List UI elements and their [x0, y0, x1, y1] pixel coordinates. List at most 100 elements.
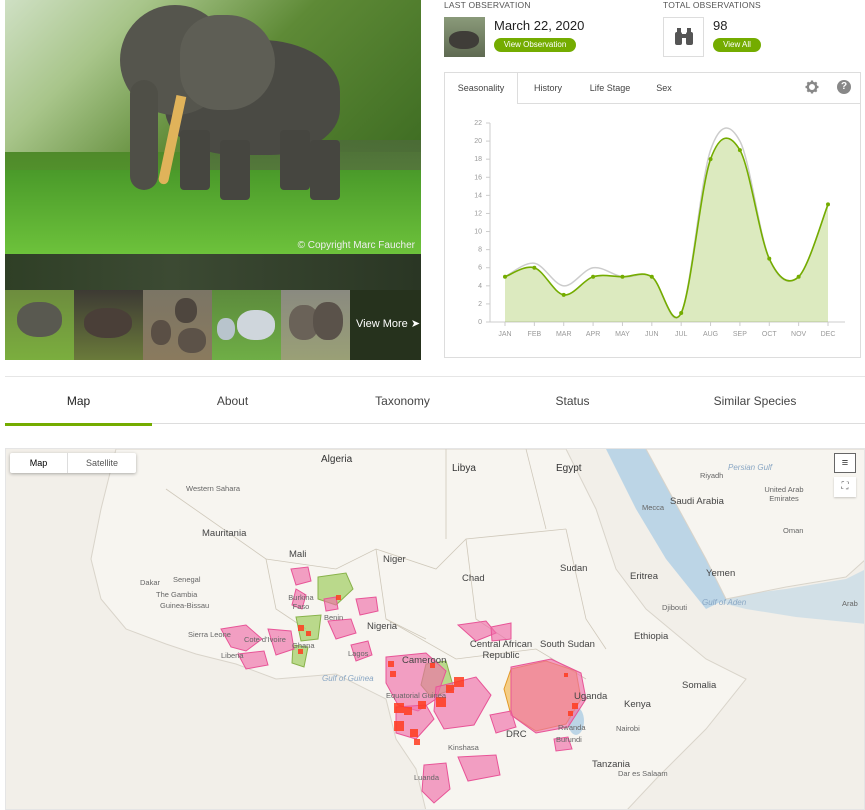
y-tick-label: 0 [478, 319, 482, 326]
photo-thumbnail[interactable] [74, 290, 143, 360]
map-label: Dakar [140, 578, 161, 587]
x-tick-label: OCT [762, 331, 778, 338]
map-label: Western Sahara [186, 484, 241, 493]
x-tick-label: APR [586, 331, 600, 338]
map-label: Nigeria [367, 621, 398, 632]
map-label: United Arab Emirates [764, 485, 804, 503]
view-more-link[interactable]: View More ➤ [356, 317, 420, 330]
y-tick-label: 2 [478, 301, 482, 308]
map-label: Kenya [624, 699, 651, 710]
view-observation-button[interactable]: View Observation [494, 38, 576, 52]
x-tick-label: AUG [703, 331, 718, 338]
photo-caption-bar [5, 254, 421, 290]
map-label: Burkina Faso [288, 593, 314, 611]
nav-tab-about[interactable]: About [165, 377, 300, 425]
data-point [796, 274, 801, 279]
photo-thumbnail[interactable] [5, 290, 74, 360]
help-icon[interactable]: ? [837, 80, 851, 94]
map-label: Burundi [556, 735, 582, 744]
map-label: Gulf of Guinea [322, 674, 374, 683]
map-label: Arab [842, 599, 858, 608]
map-label: Ethiopia [634, 631, 669, 642]
map-label: The Gambia [156, 590, 198, 599]
total-observations-count: 98 [713, 18, 728, 33]
view-all-button[interactable]: View All [713, 38, 761, 52]
nav-tab-status[interactable]: Status [505, 377, 640, 425]
map-label: Sudan [560, 563, 588, 574]
tab-history[interactable]: History [525, 73, 571, 104]
gear-icon[interactable] [805, 80, 819, 94]
data-point [679, 310, 684, 315]
seasonality-chart: 0 2 4 6 8 10 12 14 16 18 20 22 JAN FEB MAR APR MAY JUN JUL… [474, 120, 845, 338]
map-label: Djibouti [662, 603, 688, 612]
x-tick-label: JUN [645, 331, 659, 338]
map-label: Persian Gulf [728, 463, 773, 472]
photo-thumbnail[interactable] [281, 290, 350, 360]
tab-seasonality[interactable]: Seasonality [445, 73, 518, 104]
tab-sex[interactable]: Sex [650, 73, 678, 104]
total-observations-caption: TOTAL OBSERVATIONS [663, 0, 761, 10]
map-label: Guinea-Bissau [160, 601, 210, 610]
map-label: Ghana [292, 641, 315, 650]
map-label: Uganda [574, 691, 608, 702]
map-label: Central African Republic [469, 639, 533, 661]
map-label: Chad [462, 573, 485, 584]
nav-tab-similar-species[interactable]: Similar Species [685, 377, 825, 425]
data-point [561, 292, 566, 297]
map-label: South Sudan [540, 639, 595, 650]
layers-icon[interactable]: ≡ [834, 453, 856, 473]
map-label: Somalia [682, 680, 717, 691]
series-area [505, 138, 828, 322]
map-type-toggle: Map Satellite [10, 453, 136, 473]
y-tick-label: 10 [474, 229, 482, 236]
map-label: Dar es Salaam [618, 769, 668, 778]
species-photo[interactable]: © Copyright Marc Faucher [5, 0, 421, 254]
map-label: Lagos [348, 649, 369, 658]
map-label: Benin [324, 613, 344, 622]
species-nav: Map About Taxonomy Status Similar Specie… [5, 376, 865, 426]
x-tick-label: JAN [498, 331, 511, 338]
map-label: Oman [783, 526, 804, 535]
map-label: Mecca [642, 503, 665, 512]
y-tick-label: 6 [478, 265, 482, 272]
range-map[interactable]: Map Satellite ≡ ⛶ Algeria Libya Egypt We… [5, 448, 865, 810]
nav-tab-taxonomy[interactable]: Taxonomy [335, 377, 470, 425]
map-label: Riyadh [700, 471, 724, 480]
y-tick-label: 20 [474, 138, 482, 145]
map-label: Cote d'Ivoire [244, 635, 286, 644]
y-tick-label: 22 [474, 120, 482, 127]
map-label: Algeria [321, 454, 353, 465]
arrow-circle-right-icon: ➤ [410, 318, 421, 330]
map-label: Kinshasa [448, 743, 479, 752]
x-tick-label: NOV [791, 331, 807, 338]
map-label: Mauritania [202, 528, 247, 539]
y-tick-label: 18 [474, 156, 482, 163]
photo-thumbnail[interactable] [143, 290, 212, 360]
map-label: Sierra Leone [188, 630, 231, 639]
map-type-satellite-button[interactable]: Satellite [68, 453, 136, 473]
data-point [591, 274, 596, 279]
fullscreen-icon[interactable]: ⛶ [834, 477, 856, 497]
last-observation-photo[interactable] [444, 17, 485, 57]
data-point [767, 256, 772, 261]
x-tick-label: JUL [675, 331, 688, 338]
map-label: Saudi Arabia [670, 496, 724, 507]
data-point [826, 202, 830, 207]
binoculars-icon [663, 17, 704, 57]
map-type-map-button[interactable]: Map [10, 453, 68, 473]
photo-thumbnail[interactable] [212, 290, 281, 360]
map-label: Rwanda [558, 723, 586, 732]
y-tick-label: 14 [474, 192, 482, 199]
map-label: Nairobi [616, 724, 640, 733]
map-label: Luanda [414, 773, 440, 782]
x-tick-label: FEB [528, 331, 542, 338]
nav-tab-map[interactable]: Map [5, 377, 152, 426]
map-label: DRC [506, 729, 527, 740]
map-label: Libya [452, 463, 476, 474]
map-label: Liberia [221, 651, 244, 660]
data-point [503, 274, 507, 279]
photo-thumbnails: View More ➤ [5, 290, 421, 360]
map-canvas [90, 449, 864, 809]
data-point [620, 274, 625, 279]
tab-life-stage[interactable]: Life Stage [583, 73, 637, 104]
